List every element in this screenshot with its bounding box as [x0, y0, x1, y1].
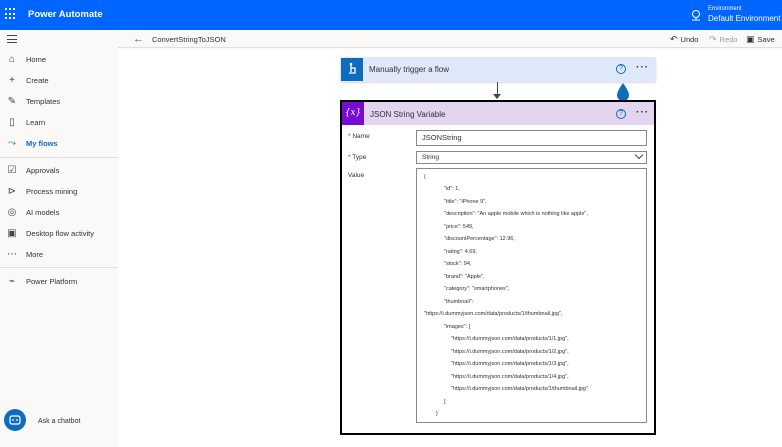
- chevron-down-icon: [634, 150, 644, 160]
- sidebar-item-label: My flows: [26, 139, 58, 148]
- sidebar-item-create[interactable]: + Create: [0, 71, 118, 91]
- power-platform-icon: ⌁: [8, 276, 16, 287]
- chatbot-button[interactable]: [4, 409, 26, 431]
- sidebar-item-label: Desktop flow activity: [26, 229, 94, 238]
- flow-name: ConvertStringToJSON: [152, 35, 226, 44]
- home-icon: ⌂: [8, 54, 16, 65]
- json-line: }: [436, 411, 438, 417]
- more-icon: ⋯: [7, 249, 17, 260]
- plus-icon: +: [9, 75, 15, 86]
- json-line: "id": 1,: [444, 186, 460, 192]
- json-line: {: [424, 174, 426, 180]
- sidebar-divider: [0, 157, 118, 158]
- more-options-icon[interactable]: ···: [636, 107, 649, 118]
- json-line: "stock": 94,: [444, 261, 472, 267]
- top-bar: Power Automate Environment Default Envir…: [0, 0, 782, 30]
- sidebar-item-label: More: [26, 250, 44, 259]
- sidebar-item-my-flows[interactable]: ⤳ My flows: [0, 134, 118, 154]
- desktop-flow-icon: ▣: [7, 228, 17, 239]
- json-line: "https://i.dummyjson.com/data/products/1…: [424, 311, 563, 317]
- json-line: "description": "An apple mobile which is…: [444, 211, 588, 217]
- json-line: "discountPercentage": 12.96,: [444, 236, 515, 242]
- chatbot-label[interactable]: Ask a chatbot: [38, 418, 80, 425]
- sidebar-item-label: Templates: [26, 97, 61, 106]
- back-arrow-icon[interactable]: ←: [133, 33, 144, 45]
- type-field-label: * Type: [348, 154, 367, 161]
- json-line: "https://i.dummyjson.com/data/products/1…: [451, 374, 569, 380]
- undo-button[interactable]: ↶ Undo: [670, 34, 698, 45]
- process-mining-icon: ⊳: [7, 186, 17, 197]
- templates-icon: ✎: [7, 96, 17, 107]
- more-options-icon[interactable]: ···: [636, 62, 649, 73]
- connector-arrow-icon: [493, 94, 501, 99]
- sidebar-item-learn[interactable]: ▯ Learn: [0, 113, 118, 133]
- environment-label: Environment: [708, 6, 742, 12]
- sidebar-item-home[interactable]: ⌂ Home: [0, 50, 118, 70]
- help-icon[interactable]: ?: [616, 64, 626, 74]
- redo-icon: ↷: [709, 34, 717, 44]
- json-line: "price": 549,: [444, 224, 474, 230]
- manual-trigger-icon: [341, 58, 363, 81]
- drop-marker-icon: [617, 83, 629, 101]
- name-field-label: * Name: [348, 133, 370, 140]
- name-input[interactable]: JSONString: [416, 130, 647, 146]
- sidebar-item-ai-models[interactable]: ◎ AI models: [0, 203, 118, 223]
- flows-icon: ⤳: [8, 138, 16, 149]
- json-line: "thumbnail":: [444, 299, 474, 305]
- redo-button[interactable]: ↷ Redo: [709, 34, 737, 45]
- sidebar-item-approvals[interactable]: ☑ Approvals: [0, 161, 118, 181]
- json-line: "https://i.dummyjson.com/data/products/1…: [451, 349, 569, 355]
- value-field-label: Value: [348, 172, 365, 179]
- save-icon: ▣: [746, 34, 755, 44]
- app-launcher-icon[interactable]: [5, 8, 17, 20]
- sidebar-item-more[interactable]: ⋯ More: [0, 245, 118, 265]
- app-title[interactable]: Power Automate: [28, 9, 103, 20]
- json-line: "title": "iPhone 9",: [444, 199, 487, 205]
- hamburger-menu-icon[interactable]: [7, 35, 17, 43]
- sidebar-item-desktop-flow-activity[interactable]: ▣ Desktop flow activity: [0, 224, 118, 244]
- sidebar-item-label: Approvals: [26, 166, 60, 175]
- sidebar-item-label: Create: [26, 76, 49, 85]
- value-textarea[interactable]: [416, 168, 647, 423]
- sidebar-divider: [0, 267, 118, 268]
- json-line: "https://i.dummyjson.com/data/products/1…: [451, 361, 569, 367]
- json-line: "rating": 4.69,: [444, 249, 477, 255]
- json-line: "images": [: [444, 324, 471, 330]
- undo-label: Undo: [680, 35, 699, 44]
- sidebar-item-templates[interactable]: ✎ Templates: [0, 92, 118, 112]
- sidebar-item-process-mining[interactable]: ⊳ Process mining: [0, 182, 118, 202]
- action-title: JSON String Variable: [370, 110, 446, 119]
- sidebar-item-label: AI models: [26, 208, 60, 217]
- save-label: Save: [757, 35, 775, 44]
- sidebar-item-power-platform[interactable]: ⌁ Power Platform: [0, 272, 118, 292]
- json-line: "category": "smartphones",: [444, 286, 510, 292]
- chatbot-icon: [9, 415, 21, 425]
- save-button[interactable]: ▣ Save: [746, 34, 775, 45]
- type-select-value: String: [422, 154, 439, 161]
- json-line: "https://i.dummyjson.com/data/products/1…: [451, 336, 569, 342]
- trigger-title: Manually trigger a flow: [369, 65, 450, 74]
- environment-value[interactable]: Default Environment: [708, 14, 780, 23]
- variable-icon: {x}: [342, 102, 364, 125]
- help-icon[interactable]: ?: [616, 109, 626, 119]
- undo-icon: ↶: [670, 34, 678, 44]
- json-line: "brand": "Apple",: [444, 274, 485, 280]
- json-line: ]: [444, 399, 446, 405]
- approvals-icon: ☑: [7, 165, 17, 176]
- json-line: "https://i.dummyjson.com/data/products/1…: [451, 386, 588, 392]
- type-select[interactable]: String: [416, 150, 647, 164]
- ai-models-icon: ◎: [7, 207, 17, 218]
- sidebar-item-label: Learn: [26, 118, 46, 127]
- sidebar-item-label: Process mining: [26, 187, 78, 196]
- sidebar-item-label: Home: [26, 55, 47, 64]
- book-icon: ▯: [9, 117, 15, 128]
- environment-icon[interactable]: [690, 9, 702, 21]
- sidebar-item-label: Power Platform: [26, 277, 78, 286]
- redo-label: Redo: [719, 35, 738, 44]
